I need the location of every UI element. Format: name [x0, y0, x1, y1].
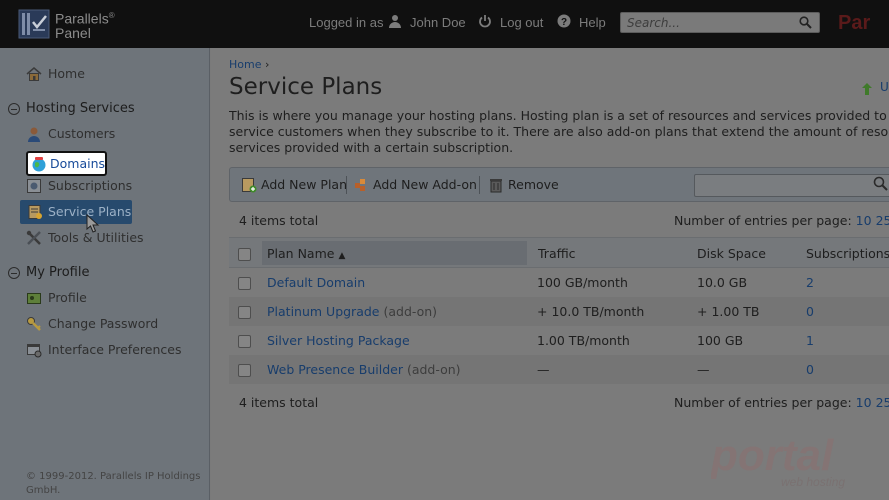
sidebar-item-domains[interactable]: Domains — [26, 151, 107, 176]
toolbar: Add New Plan Add New Add-on Remove — [229, 167, 889, 202]
collapse-icon[interactable] — [8, 267, 20, 279]
header-search-input[interactable] — [627, 15, 787, 31]
svg-text:?: ? — [561, 17, 567, 28]
globe-icon — [32, 157, 46, 172]
column-header-traffic[interactable]: Traffic — [538, 246, 576, 261]
top-header: Parallels® Panel Logged in as John Doe L… — [0, 0, 889, 48]
user-icon — [389, 15, 401, 28]
subscriptions-count-link[interactable]: 2 — [806, 275, 814, 290]
service-plans-icon — [28, 205, 42, 219]
description-line-3: services provided with a certain subscri… — [229, 140, 514, 155]
toolbar-divider — [346, 176, 347, 194]
watermark-text: portal — [711, 432, 834, 480]
breadcrumb-home-link[interactable]: Home — [229, 58, 261, 71]
up-arrow-icon — [862, 83, 872, 95]
user-name[interactable]: John Doe — [410, 15, 466, 30]
brand-name: Parallels® Panel — [55, 10, 115, 41]
search-icon[interactable] — [873, 176, 888, 191]
home-icon — [26, 67, 42, 81]
table-row: Default Domain 100 GB/month 10.0 GB 2 — [229, 268, 889, 297]
entries-per-page-top: Number of entries per page: 10 25 1 — [674, 213, 889, 228]
trash-icon — [490, 179, 502, 193]
disk-space-value: 100 GB — [697, 333, 744, 348]
column-header-plan-name[interactable]: Plan Name ▲ — [267, 246, 345, 261]
per-page-option[interactable]: 25 — [876, 213, 889, 228]
plan-name-link[interactable]: Default Domain — [267, 275, 365, 290]
search-icon[interactable] — [799, 16, 812, 29]
table-row: Platinum Upgrade (add-on) + 10.0 TB/mont… — [229, 297, 889, 326]
watermark-subtext: web hosting — [781, 475, 845, 489]
table-search-input[interactable] — [699, 178, 869, 194]
per-page-option[interactable]: 25 — [876, 395, 889, 410]
header-search-box[interactable] — [620, 12, 820, 33]
toolbar-divider — [479, 176, 480, 194]
description-line-2: service customers when they subscribe to… — [229, 124, 889, 139]
row-checkbox[interactable] — [238, 335, 251, 348]
plan-name-link[interactable]: Platinum Upgrade — [267, 304, 379, 319]
breadcrumb: Home › — [229, 58, 269, 71]
table-search-box[interactable] — [694, 174, 889, 197]
parallels-logo-icon — [18, 9, 50, 39]
breadcrumb-separator: › — [264, 58, 270, 71]
items-total-top: 4 items total — [239, 213, 319, 228]
traffic-value: — — [537, 362, 550, 377]
traffic-value: + 10.0 TB/month — [537, 304, 645, 319]
column-header-subscriptions[interactable]: Subscriptions — [806, 246, 889, 261]
row-checkbox[interactable] — [238, 277, 251, 290]
customers-icon — [28, 127, 40, 142]
subscriptions-count-link[interactable]: 0 — [806, 304, 814, 319]
help-link[interactable]: Help — [579, 15, 606, 30]
disk-space-value: 10.0 GB — [697, 275, 748, 290]
sort-ascending-icon: ▲ — [338, 251, 346, 261]
traffic-value: 1.00 TB/month — [537, 333, 630, 348]
addon-label: (add-on) — [383, 304, 438, 319]
tools-icon — [26, 230, 41, 245]
portal-watermark-logo: portal web hosting — [711, 432, 845, 489]
row-checkbox[interactable] — [238, 364, 251, 377]
disk-space-value: + 1.00 TB — [697, 304, 760, 319]
table-row: Silver Hosting Package 1.00 TB/month 100… — [229, 326, 889, 355]
profile-icon — [27, 293, 41, 304]
interface-preferences-icon — [27, 344, 42, 358]
disk-space-value: — — [697, 362, 710, 377]
subscriptions-icon — [27, 179, 41, 193]
parallels-brand-right: Par — [838, 12, 871, 34]
subscriptions-count-link[interactable]: 1 — [806, 333, 814, 348]
per-page-option[interactable]: 10 — [856, 395, 872, 410]
per-page-option[interactable]: 10 — [856, 213, 872, 228]
copyright-notice: © 1999-2012. Parallels IP Holdings GmbH. — [26, 471, 201, 496]
column-header-disk-space[interactable]: Disk Space — [697, 246, 766, 261]
plan-name-link[interactable]: Silver Hosting Package — [267, 333, 410, 348]
logged-in-label: Logged in as — [309, 15, 384, 30]
plan-name-link[interactable]: Web Presence Builder — [267, 362, 403, 377]
logout-link[interactable]: Log out — [500, 15, 543, 30]
collapse-icon[interactable] — [8, 103, 20, 115]
add-plan-icon — [242, 178, 257, 193]
description-line-1: This is where you manage your hosting pl… — [229, 108, 889, 123]
select-all-checkbox[interactable] — [238, 248, 251, 261]
help-icon[interactable]: ? — [557, 14, 571, 28]
addon-label: (add-on) — [406, 362, 461, 377]
logout-icon[interactable] — [478, 14, 492, 28]
items-total-bottom: 4 items total — [239, 395, 319, 410]
row-checkbox[interactable] — [238, 306, 251, 319]
key-icon — [27, 317, 41, 331]
page-title: Service Plans — [229, 74, 383, 100]
add-addon-icon — [355, 179, 365, 191]
subscriptions-count-link[interactable]: 0 — [806, 362, 814, 377]
table-row: Web Presence Builder (add-on) — — 0 — [229, 355, 889, 384]
entries-per-page-bottom: Number of entries per page: 10 25 1 — [674, 395, 889, 410]
traffic-value: 100 GB/month — [537, 275, 628, 290]
sidebar-item-service-plans[interactable]: Service Plans — [20, 200, 132, 224]
